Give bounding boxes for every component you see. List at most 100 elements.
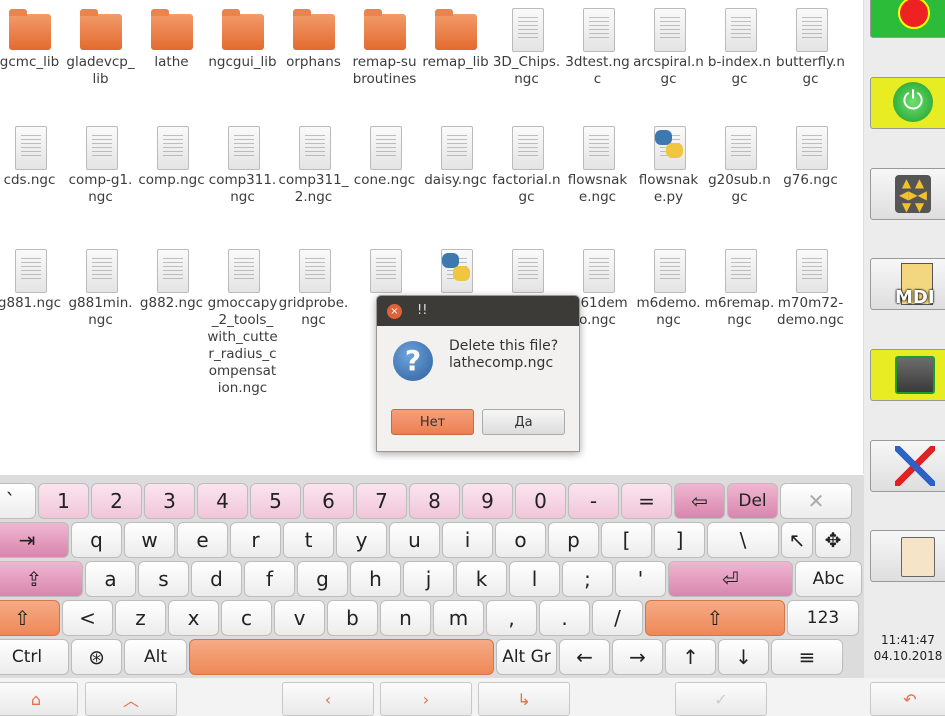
quote-key[interactable]: '	[615, 561, 666, 597]
key-n[interactable]: n	[380, 600, 431, 636]
arrow-down-key[interactable]: ↓	[718, 639, 769, 675]
file-item[interactable]: g882.ngc	[136, 247, 207, 312]
up-button[interactable]: ︿	[85, 682, 177, 716]
key-p[interactable]: p	[548, 522, 599, 558]
key-w[interactable]: w	[124, 522, 175, 558]
key-s[interactable]: s	[138, 561, 189, 597]
file-item[interactable]: flowsnake.py	[633, 124, 704, 206]
file-item[interactable]: comp311_2.ngc	[278, 124, 349, 206]
key-0[interactable]: 0	[515, 483, 566, 519]
key-y[interactable]: y	[336, 522, 387, 558]
key-f[interactable]: f	[244, 561, 295, 597]
file-item[interactable]: 3D_Chips.ngc	[491, 6, 562, 88]
key-2[interactable]: 2	[91, 483, 142, 519]
file-item[interactable]: orphans	[278, 6, 349, 71]
estop-button[interactable]	[870, 0, 945, 38]
key-4[interactable]: 4	[197, 483, 248, 519]
file-item[interactable]: daisy.ngc	[420, 124, 491, 189]
alt-key[interactable]: Alt	[124, 639, 187, 675]
bracket-left-key[interactable]: [	[601, 522, 652, 558]
key-z[interactable]: z	[115, 600, 166, 636]
enter-button[interactable]: ↳	[478, 682, 570, 716]
back-button[interactable]: ↶	[870, 682, 945, 716]
key-b[interactable]: b	[327, 600, 378, 636]
file-item[interactable]: arcspiral.ngc	[633, 6, 704, 88]
key-6[interactable]: 6	[303, 483, 354, 519]
compose-key[interactable]: ⊛	[71, 639, 122, 675]
space-key[interactable]	[189, 639, 494, 675]
file-item[interactable]: ngcgui_lib	[207, 6, 278, 71]
key-l[interactable]: l	[509, 561, 560, 597]
minus-key[interactable]: -	[568, 483, 619, 519]
file-item[interactable]: gmoccapy_2_tools_with_cutter_radius_comp…	[207, 247, 278, 397]
file-item[interactable]: remap_lib	[420, 6, 491, 71]
settings-button[interactable]	[870, 440, 945, 492]
file-item[interactable]: lathe	[136, 6, 207, 71]
shift-right-key[interactable]: ⇧	[645, 600, 785, 636]
right-button[interactable]: ›	[380, 682, 472, 716]
file-item[interactable]: gridprobe.ngc	[278, 247, 349, 329]
capslock-key[interactable]: ⇪	[0, 561, 83, 597]
user-tab-button[interactable]	[870, 530, 945, 582]
key-9[interactable]: 9	[462, 483, 513, 519]
file-item[interactable]: remap-subroutines	[349, 6, 420, 88]
file-item[interactable]: g881.ngc	[0, 247, 65, 312]
backspace-key[interactable]: ⇦	[674, 483, 725, 519]
file-item[interactable]: butterfly.ngc	[775, 6, 846, 88]
enter-key[interactable]: ⏎	[668, 561, 793, 597]
key-k[interactable]: k	[456, 561, 507, 597]
file-item[interactable]: g881min.ngc	[65, 247, 136, 329]
left-button[interactable]: ‹	[282, 682, 374, 716]
file-item[interactable]	[491, 247, 562, 295]
equals-key[interactable]: =	[621, 483, 672, 519]
altgr-key[interactable]: Alt Gr	[496, 639, 557, 675]
key-i[interactable]: i	[442, 522, 493, 558]
file-item[interactable]: comp-g1.ngc	[65, 124, 136, 206]
file-item[interactable]: 3dtest.ngc	[562, 6, 633, 88]
close-icon[interactable]: ×	[387, 304, 402, 319]
slash-key[interactable]: /	[592, 600, 643, 636]
arrow-right-key[interactable]: →	[612, 639, 663, 675]
close-keyboard-key[interactable]: ✕	[780, 483, 852, 519]
no-button[interactable]: Нет	[391, 409, 474, 435]
ok-button[interactable]: ✓	[675, 682, 767, 716]
key-7[interactable]: 7	[356, 483, 407, 519]
key-h[interactable]: h	[350, 561, 401, 597]
key-3[interactable]: 3	[144, 483, 195, 519]
key-c[interactable]: c	[221, 600, 272, 636]
comma-key[interactable]: ,	[486, 600, 537, 636]
menu-key[interactable]: ≡	[771, 639, 843, 675]
key-o[interactable]: o	[495, 522, 546, 558]
file-item[interactable]: g20sub.ngc	[704, 124, 775, 206]
key-q[interactable]: q	[71, 522, 122, 558]
backslash-key[interactable]: \	[707, 522, 779, 558]
key-u[interactable]: u	[389, 522, 440, 558]
file-item[interactable]: gladevcp_lib	[65, 6, 136, 88]
backtick-key[interactable]: `	[0, 483, 36, 519]
tab-key[interactable]: ⇥	[0, 522, 69, 558]
file-item[interactable]	[420, 247, 491, 295]
manual-mode-button[interactable]: ▲ ▲ ◀▶◀ ▼ ▼	[870, 168, 945, 220]
home-button[interactable]: ⌂	[0, 682, 78, 716]
key-e[interactable]: e	[177, 522, 228, 558]
semicolon-key[interactable]: ;	[562, 561, 613, 597]
key-1[interactable]: 1	[38, 483, 89, 519]
file-item[interactable]: flowsnake.ngc	[562, 124, 633, 206]
bracket-right-key[interactable]: ]	[654, 522, 705, 558]
pointer-key[interactable]: ↖	[781, 522, 813, 558]
key-m[interactable]: m	[433, 600, 484, 636]
key-a[interactable]: a	[85, 561, 136, 597]
key-d[interactable]: d	[191, 561, 242, 597]
yes-button[interactable]: Да	[482, 409, 565, 435]
arrow-left-key[interactable]: ←	[559, 639, 610, 675]
less-than-key[interactable]: <	[62, 600, 113, 636]
arrow-up-key[interactable]: ↑	[665, 639, 716, 675]
file-item[interactable]: m70m72-demo.ngc	[775, 247, 846, 329]
shift-left-key[interactable]: ⇧	[0, 600, 60, 636]
file-item[interactable]: m6remap.ngc	[704, 247, 775, 329]
key-j[interactable]: j	[403, 561, 454, 597]
key-g[interactable]: g	[297, 561, 348, 597]
key-x[interactable]: x	[168, 600, 219, 636]
move-key[interactable]: ✥	[815, 522, 851, 558]
file-item[interactable]: comp.ngc	[136, 124, 207, 189]
